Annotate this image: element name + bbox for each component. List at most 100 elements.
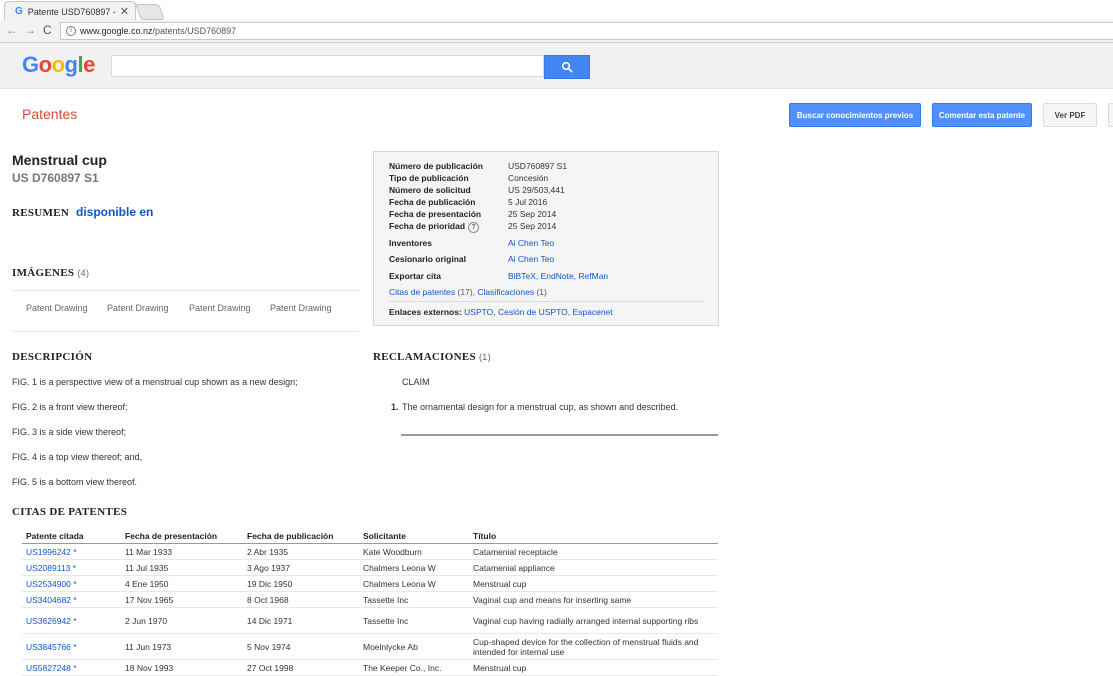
claim-text: The ornamental design for a menstrual cu… — [402, 402, 679, 412]
table-row: US3845766 * 11 Jun 1973 5 Nov 1974 Moelnlyc… — [22, 633, 718, 660]
assignee-label: Cesionario original — [389, 254, 466, 264]
table-cell: Cup-shaped device for the collection of … — [469, 633, 718, 660]
pub-date-label: Fecha de publicación — [389, 197, 476, 207]
logo-letter: o — [38, 52, 52, 77]
view-pdf-button[interactable]: Ver PDF — [1043, 103, 1097, 127]
help-icon[interactable]: ? — [468, 222, 480, 233]
cited-patent-link[interactable]: US3626942 * — [26, 616, 77, 626]
cited-patent-cell[interactable]: US2534900 * — [22, 575, 121, 592]
column-header: Título — [469, 528, 718, 544]
cited-patent-cell[interactable]: US1996242 * — [22, 543, 121, 560]
reload-icon[interactable]: C — [43, 23, 52, 37]
table-cell: 11 Mar 1933 — [121, 543, 243, 560]
classifications-link[interactable]: Clasificaciones — [477, 287, 534, 297]
citations-table: Patente citada Fecha de presentación Fec… — [22, 528, 718, 676]
description-line: FIG. 2 is a front view thereof; — [12, 402, 128, 412]
url-field[interactable]: i www.google.co.nz /patents/USD760897 — [60, 22, 1113, 40]
divider — [389, 301, 704, 302]
table-cell: 2 Jun 1970 — [121, 607, 243, 634]
logo-letter: G — [22, 52, 39, 77]
patent-drawing-thumb[interactable]: Patent Drawing — [270, 303, 332, 313]
cited-patent-link[interactable]: US2534900 * — [26, 579, 77, 589]
logo-letter: g — [64, 52, 78, 77]
priority-date-label: Fecha de prioridad? — [389, 221, 480, 233]
table-cell: 5 Nov 1974 — [243, 633, 359, 660]
cited-patent-link[interactable]: US5827248 * — [26, 663, 77, 673]
cited-patent-cell[interactable]: US5827248 * — [22, 659, 121, 676]
patent-drawing-thumb[interactable]: Patent Drawing — [189, 303, 251, 313]
external-links[interactable]: USPTO, Cesión de USPTO, Espacenet — [464, 307, 613, 317]
table-cell: Chalmers Leona W — [359, 559, 469, 576]
claims-heading: RECLAMACIONES (1) — [373, 351, 491, 363]
logo-letter: e — [83, 52, 95, 77]
citations-link[interactable]: Citas de patentes — [389, 287, 455, 297]
column-header: Solicitante — [359, 528, 469, 544]
table-row: US2534900 * 4 Ene 1950 19 Dic 1950 Chalmers… — [22, 575, 718, 592]
patent-drawing-thumb[interactable]: Patent Drawing — [107, 303, 169, 313]
table-cell: Catamenial receptacle — [469, 543, 718, 560]
table-row: US5827248 * 18 Nov 1993 27 Oct 1998 The Kee… — [22, 659, 718, 676]
table-row: US3404682 * 17 Nov 1965 8 Oct 1968 Tassette… — [22, 591, 718, 608]
table-cell: 18 Nov 1993 — [121, 659, 243, 676]
description-line: FIG. 3 is a side view thereof; — [12, 427, 127, 437]
patent-title: Menstrual cup — [12, 152, 107, 168]
abstract-available-link[interactable]: disponible en — [76, 205, 153, 219]
cited-patent-cell[interactable]: US3845766 * — [22, 633, 121, 660]
cited-patent-link[interactable]: US3404682 * — [26, 595, 77, 605]
browser-tab[interactable]: G Patente USD760897 - M ✕ — [4, 1, 136, 21]
column-header: Fecha de publicación — [243, 528, 359, 544]
table-cell: 2 Abr 1935 — [243, 543, 359, 560]
forward-icon[interactable]: → — [24, 23, 36, 37]
cited-patent-link[interactable]: US2089113 * — [26, 563, 76, 573]
prior-art-button[interactable]: Buscar conocimientos previos — [789, 103, 921, 127]
search-icon — [561, 61, 573, 73]
table-cell: 14 Dic 1971 — [243, 607, 359, 634]
app-number-label: Número de solicitud — [389, 185, 471, 195]
inventors-label: Inventores — [389, 238, 432, 248]
close-tab-icon[interactable]: ✕ — [120, 5, 129, 18]
table-cell: 11 Jul 1935 — [121, 559, 243, 576]
search-input[interactable] — [111, 55, 544, 77]
logo-letter: o — [51, 52, 65, 77]
url-path: /patents/USD760897 — [152, 26, 237, 36]
patent-info-box: Número de publicación USD760897 S1 Tipo … — [373, 151, 719, 326]
table-cell: 27 Oct 1998 — [243, 659, 359, 676]
table-cell: 8 Oct 1968 — [243, 591, 359, 608]
comment-patent-button[interactable]: Comentar esta patente — [932, 103, 1032, 127]
description-line: FIG. 5 is a bottom view thereof. — [12, 477, 138, 487]
images-strip: Patent Drawing Patent Drawing Patent Dra… — [12, 290, 359, 332]
export-links[interactable]: BiBTeX, EndNote, RefMan — [508, 271, 608, 281]
claim-heading: CLAIM — [402, 377, 430, 387]
site-info-icon[interactable]: i — [66, 26, 76, 36]
cited-patent-link[interactable]: US1996242 * — [26, 547, 77, 557]
table-cell: Menstrual cup — [469, 575, 718, 592]
cited-patent-cell[interactable]: US2089113 * — [22, 559, 121, 576]
google-favicon-icon: G — [15, 6, 23, 17]
pub-number-label: Número de publicación — [389, 161, 483, 171]
patent-drawing-thumb[interactable]: Patent Drawing — [26, 303, 88, 313]
assignee-link[interactable]: Ai Chen Teo — [508, 254, 554, 264]
table-cell: Vaginal cup having radially arranged int… — [469, 607, 718, 634]
images-heading: IMÁGENES (4) — [12, 267, 90, 279]
table-cell: 11 Jun 1973 — [121, 633, 243, 660]
table-header-row: Patente citada Fecha de presentación Fec… — [22, 528, 718, 544]
cited-patent-link[interactable]: US3845766 * — [26, 642, 77, 652]
table-cell: Kate Woodburn — [359, 543, 469, 560]
tab-title: Patente USD760897 - M — [27, 6, 118, 17]
browser-tabbar: G Patente USD760897 - M ✕ — [0, 0, 1113, 21]
cited-patent-cell[interactable]: US3404682 * — [22, 591, 121, 608]
new-tab-button[interactable] — [135, 4, 165, 20]
back-icon[interactable]: ← — [6, 23, 18, 37]
search-button[interactable] — [544, 55, 590, 79]
table-cell: Catamenial appliance — [469, 559, 718, 576]
more-button[interactable] — [1108, 103, 1113, 127]
section-title[interactable]: Patentes — [22, 106, 77, 122]
table-cell: Tassette Inc — [359, 607, 469, 634]
table-cell: Chalmers Leona W — [359, 575, 469, 592]
abstract-heading: RESUMEN — [12, 207, 70, 219]
cited-patent-cell[interactable]: US3626942 * — [22, 607, 121, 634]
google-logo[interactable]: Google — [22, 52, 95, 78]
description-heading: DESCRIPCIÓN — [12, 351, 93, 363]
inventor-link[interactable]: Ai Chen Teo — [508, 238, 554, 248]
patent-number: US D760897 S1 — [12, 171, 99, 185]
